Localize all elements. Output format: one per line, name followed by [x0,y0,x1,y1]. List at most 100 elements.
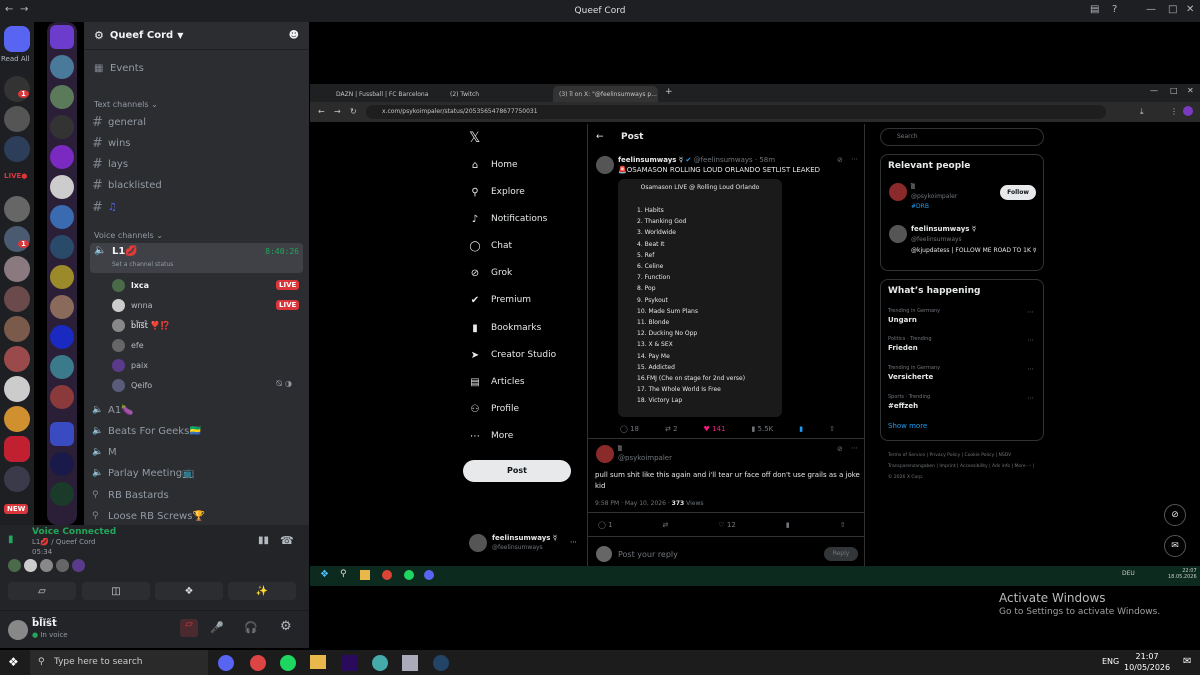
browser-tab[interactable]: (2) Twitch [444,86,549,102]
share-icon[interactable]: ⇧ [829,425,835,433]
server-icon[interactable] [50,385,74,409]
url-field[interactable]: x.com/psykoimpaler/status/20535654786777… [366,105,1106,119]
person-name[interactable]: ĩl [911,183,915,191]
back-arrow-icon[interactable]: ← [596,132,604,142]
server-icon[interactable] [50,115,74,139]
close-icon[interactable]: ✕ [1186,4,1194,15]
nav-home[interactable]: ⌂ Home [469,158,518,172]
channel-lays[interactable]: # lays [92,156,128,172]
language-indicator[interactable]: ENG [1102,657,1119,666]
more-icon[interactable]: ⋯ [570,538,577,546]
premiere-icon[interactable] [341,655,357,671]
text-channels-header[interactable]: Text channels ⌄ [94,100,158,109]
server-icon[interactable] [50,452,74,476]
author-handle[interactable]: @psykoimpaler [618,454,672,462]
channel-wins[interactable]: # wins [92,135,131,151]
messages-icon[interactable]: ✉ [1164,535,1186,557]
post-button[interactable]: Post [463,460,571,482]
server-icon[interactable] [4,466,30,492]
active-voice-channel[interactable]: 🔈 L1💋 8:40:26 Set a channel status [90,243,303,273]
more-icon[interactable]: ⋯ [1027,336,1034,344]
server-icon[interactable] [50,145,74,169]
server-icon[interactable] [50,175,74,199]
screen-share-button[interactable]: ◫ [82,582,150,600]
trend-name[interactable]: Ungarn [888,316,917,324]
trend-name[interactable]: Frieden [888,344,918,352]
server-icon[interactable] [50,355,74,379]
voice-channels-header[interactable]: Voice channels ⌄ [94,231,163,240]
notification-icon[interactable]: ✉ [1183,656,1191,667]
voice-user[interactable]: lxca [112,277,149,293]
author-name[interactable]: ĩl [618,445,622,453]
voice-channel[interactable]: 🔈 Beats For Geeks🇬🇦 [92,423,202,439]
voice-user[interactable]: wnna [112,297,153,313]
server-icon[interactable] [4,226,30,252]
nav-grok[interactable]: ⊘ Grok [469,266,512,280]
person-bio[interactable]: #DRB [911,203,929,210]
maximize-icon[interactable]: □ [1170,86,1178,95]
settings-gear-icon[interactable]: ⚙ [280,619,292,634]
voice-channel[interactable]: ⚲ RB Bastards [92,487,169,503]
server-icon[interactable] [4,256,30,282]
disconnect-icon[interactable]: ☎ [280,534,294,547]
server-icon[interactable] [4,436,30,462]
views-action[interactable]: ▮ 5.5K [751,425,773,433]
follow-button[interactable]: Follow [1000,185,1036,200]
menu-icon[interactable]: ⋮ [1170,107,1178,116]
reload-icon[interactable]: ↻ [350,107,357,116]
server-icon[interactable] [50,325,74,349]
server-icon[interactable] [50,265,74,289]
server-icon[interactable] [50,85,74,109]
more-icon[interactable]: ⋯ [851,444,858,452]
guild-header[interactable]: ⚙ Queef Cord ▼ ☻ [84,22,309,50]
help-icon[interactable]: ? [1112,4,1117,15]
server-icon[interactable] [4,316,30,342]
forward-arrow-icon[interactable]: → [334,107,341,116]
server-icon[interactable] [4,196,30,222]
voice-status[interactable]: Voice Connected [32,527,116,537]
discord-icon[interactable] [218,655,234,671]
channel-music[interactable]: # ♫ [92,199,117,215]
back-arrow-icon[interactable]: ← [318,107,325,116]
grok-icon[interactable]: ⊘ [837,445,843,453]
reply-action[interactable]: ◯ 18 [620,425,639,433]
server-icon[interactable] [4,346,30,372]
voice-user[interactable]: paix [112,357,148,373]
reply-action[interactable]: ◯ 1 [598,521,613,529]
grok-icon[interactable]: ⊘ [1164,504,1186,526]
server-icon[interactable] [50,295,74,319]
microphone-icon[interactable]: 🎤 [210,621,224,634]
repost-action[interactable]: ⇄ 2 [665,425,678,433]
server-icon[interactable] [4,136,30,162]
server-icon[interactable] [4,106,30,132]
nav-notifications[interactable]: ♪ Notifications [469,212,548,226]
close-icon[interactable]: ✕ [1187,86,1194,95]
activities-button[interactable]: ❖ [155,582,223,600]
voice-channel[interactable]: 🔈 M [92,444,117,460]
spotify-icon[interactable] [280,655,296,671]
file-explorer-icon[interactable] [310,655,326,669]
server-icon[interactable] [4,376,30,402]
tweet-image[interactable]: Osamason LIVE @ Rolling Loud Orlando 1. … [618,179,782,417]
voice-user[interactable]: b̃l̃ĩs̃t̃ ❣️⁉️ [112,317,170,333]
profile-card[interactable]: feelinsumways ☿ @feelinsumways ⋯ [463,530,587,560]
avatar[interactable] [889,183,907,201]
soundboard-button[interactable]: ✨ [228,582,296,600]
download-icon[interactable]: ⤓ [1140,107,1144,117]
nav-creator-studio[interactable]: ➤ Creator Studio [469,348,556,362]
like-action[interactable]: ♡ 12 [718,521,735,529]
add-member-icon[interactable]: ☻ [289,30,299,41]
nav-chat[interactable]: ◯ Chat [469,239,512,253]
avatar[interactable] [8,620,28,640]
server-icon[interactable] [50,205,74,229]
tweet-author[interactable]: feelinsumways ☿ ✔ @feelinsumways · 58m [618,156,775,164]
voice-user[interactable]: Qeifo [112,377,152,393]
nav-explore[interactable]: ⚲ Explore [469,185,524,199]
stream-off-icon[interactable]: ▱ [180,619,198,637]
folder-icon[interactable] [50,25,74,49]
server-icon[interactable] [50,55,74,79]
person-name[interactable]: feelinsumways ☿ [911,225,976,233]
show-more-link[interactable]: Show more [888,422,927,430]
voice-channel[interactable]: 🔈 A1🍆 [92,402,134,418]
server-icon[interactable] [50,235,74,259]
